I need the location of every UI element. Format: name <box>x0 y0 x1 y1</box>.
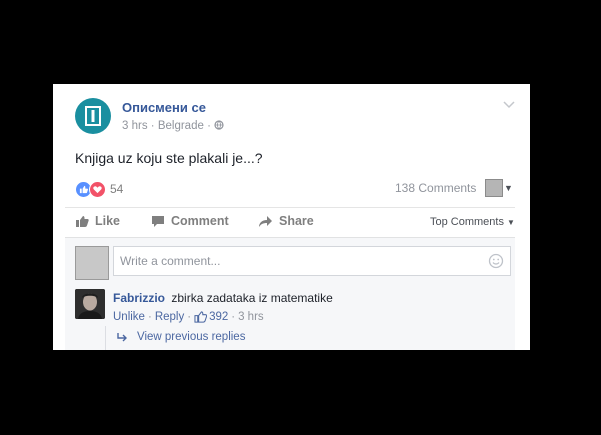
post-text: Knjiga uz koju ste plakali je...? <box>75 150 263 166</box>
share-label: Share <box>279 214 314 228</box>
user-avatar[interactable] <box>75 246 109 280</box>
thumbs-up-icon <box>194 311 208 323</box>
comments-count-link[interactable]: 138 Comments <box>395 181 476 195</box>
divider <box>65 207 515 208</box>
comment-body: Fabrizzio zbirka zadataka iz matematike <box>113 291 333 305</box>
comment-button[interactable]: Comment <box>151 214 229 228</box>
post-time[interactable]: 3 hrs <box>122 120 148 132</box>
share-button[interactable]: Share <box>258 214 314 228</box>
meta-separator: · <box>150 120 155 132</box>
meta-separator: · <box>207 120 211 132</box>
post-options-chevron-icon[interactable] <box>503 98 515 112</box>
comment-text: zbirka zadataka iz matematike <box>171 291 333 305</box>
view-previous-replies-label: View previous replies <box>137 331 246 343</box>
book-logo-icon <box>85 106 101 126</box>
view-previous-replies-link[interactable]: View previous replies <box>117 331 245 343</box>
comment-input[interactable] <box>113 246 511 276</box>
like-button[interactable]: Like <box>75 214 120 228</box>
top-comments-label: Top Comments <box>430 216 504 228</box>
speech-bubble-icon <box>152 215 164 227</box>
comment-label: Comment <box>171 214 229 228</box>
page-name-link[interactable]: Описмени се <box>122 100 206 115</box>
smiley-icon[interactable] <box>488 253 504 269</box>
action-separator: · <box>187 311 192 323</box>
top-comments-dropdown[interactable]: Top Comments ▼ <box>430 216 515 228</box>
comments-section: Fabrizzio zbirka zadataka iz matematike … <box>65 237 515 350</box>
heart-icon <box>89 180 106 198</box>
commenter-avatar[interactable] <box>75 289 105 319</box>
chevron-down-icon: ▼ <box>507 218 515 227</box>
commenter-name[interactable]: Fabrizzio <box>113 291 165 305</box>
thumbs-up-icon <box>76 215 89 227</box>
post-location[interactable]: Belgrade <box>158 120 204 132</box>
like-label: Like <box>95 214 121 228</box>
reply-arrow-icon <box>117 333 127 342</box>
viewer-avatar[interactable] <box>485 179 503 197</box>
post-card: Описмени се 3 hrs · Belgrade · Knjiga uz… <box>53 84 530 350</box>
page-avatar[interactable] <box>75 98 111 134</box>
share-arrow-icon <box>259 215 272 227</box>
globe-icon <box>214 120 224 130</box>
reactions-count: 54 <box>110 182 124 196</box>
comment-time[interactable]: 3 hrs <box>238 311 264 323</box>
action-separator: · <box>231 311 236 323</box>
comment-likes-count: 392 <box>209 311 229 323</box>
post-meta: 3 hrs · Belgrade · <box>122 120 224 132</box>
chevron-down-icon[interactable]: ▼ <box>504 183 513 193</box>
unlike-link[interactable]: Unlike <box>113 311 145 323</box>
comment-actions: Unlike · Reply · 392 · 3 hrs <box>113 311 264 323</box>
comment-likes[interactable]: 392 <box>194 311 228 323</box>
reply-link[interactable]: Reply <box>155 311 184 323</box>
reactions-summary[interactable]: 54 <box>75 180 123 198</box>
action-separator: · <box>147 311 152 323</box>
thread-line <box>105 326 106 350</box>
